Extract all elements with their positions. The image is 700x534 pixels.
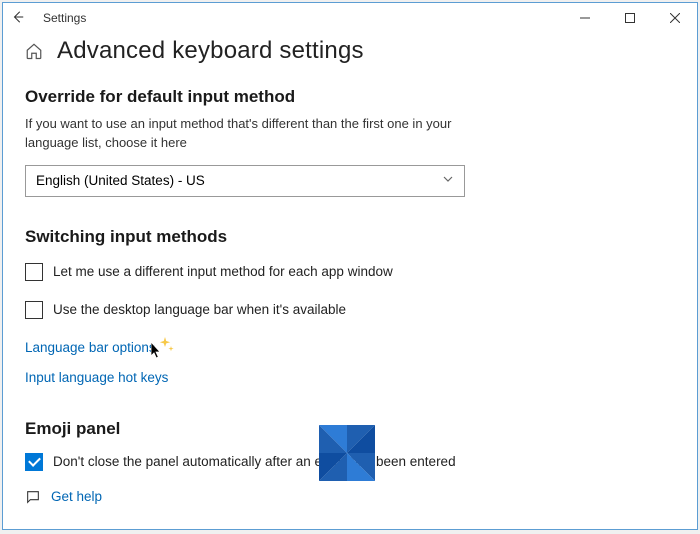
- default-input-method-dropdown[interactable]: English (United States) - US: [25, 165, 465, 197]
- window-title: Settings: [31, 11, 86, 25]
- emoji-dont-close-checkbox[interactable]: Don't close the panel automatically afte…: [25, 453, 675, 471]
- checkbox-label: Don't close the panel automatically afte…: [53, 454, 456, 469]
- per-app-input-checkbox[interactable]: Let me use a different input method for …: [25, 263, 675, 281]
- checkbox-label: Use the desktop language bar when it's a…: [53, 302, 346, 317]
- override-heading: Override for default input method: [25, 87, 675, 107]
- window-controls: [562, 3, 697, 33]
- back-button[interactable]: [11, 10, 31, 27]
- checkbox-box: [25, 301, 43, 319]
- override-description: If you want to use an input method that'…: [25, 115, 455, 153]
- back-arrow-icon: [11, 10, 25, 24]
- switching-section: Switching input methods Let me use a dif…: [25, 227, 675, 399]
- minimize-button[interactable]: [562, 3, 607, 33]
- checkbox-box: [25, 263, 43, 281]
- dropdown-selected-value: English (United States) - US: [36, 173, 205, 188]
- desktop-langbar-checkbox[interactable]: Use the desktop language bar when it's a…: [25, 301, 675, 319]
- input-language-hotkeys-link[interactable]: Input language hot keys: [25, 370, 168, 385]
- titlebar: Settings: [3, 3, 697, 33]
- emoji-section: Emoji panel Don't close the panel automa…: [25, 419, 675, 471]
- content-area: Advanced keyboard settings Override for …: [3, 33, 697, 515]
- maximize-button[interactable]: [607, 3, 652, 33]
- page-heading-row: Advanced keyboard settings: [25, 37, 675, 65]
- chevron-down-icon: [442, 173, 454, 188]
- get-help-row[interactable]: Get help: [25, 489, 675, 505]
- language-bar-options-link[interactable]: Language bar options: [25, 340, 156, 355]
- override-section: Override for default input method If you…: [25, 87, 675, 197]
- checkbox-label: Let me use a different input method for …: [53, 264, 393, 279]
- chat-help-icon: [25, 489, 41, 505]
- emoji-heading: Emoji panel: [25, 419, 675, 439]
- settings-window: Settings Advanced keyboard settings Over…: [2, 2, 698, 530]
- close-button[interactable]: [652, 3, 697, 33]
- home-icon[interactable]: [25, 42, 43, 60]
- get-help-link[interactable]: Get help: [51, 489, 102, 504]
- switching-heading: Switching input methods: [25, 227, 675, 247]
- checkbox-box-checked: [25, 453, 43, 471]
- page-title: Advanced keyboard settings: [57, 37, 364, 65]
